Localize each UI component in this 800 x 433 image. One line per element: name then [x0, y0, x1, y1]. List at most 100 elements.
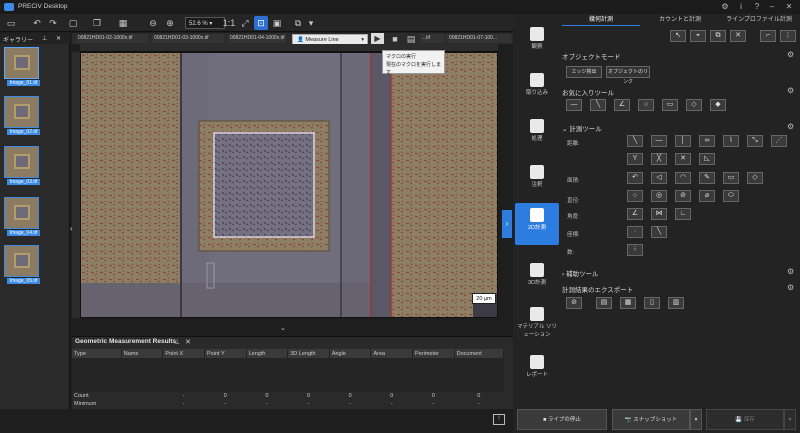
col-header[interactable]: Type	[72, 349, 122, 358]
distance-curve-icon[interactable]: ⌇	[723, 135, 739, 147]
axis-tool-icon[interactable]: ⌐	[760, 30, 776, 42]
close-button[interactable]: ✕	[782, 2, 796, 12]
chevron-down-icon[interactable]: ▾	[304, 16, 318, 30]
doc-tab[interactable]: 00821HD01-03-1000x.tif	[152, 34, 224, 43]
fav-angle-icon[interactable]: ∠	[614, 99, 630, 111]
col-header[interactable]: Point X	[162, 349, 205, 358]
fav-rect-icon[interactable]: ▭	[662, 99, 678, 111]
pointer-tool-icon[interactable]: ↖	[670, 30, 686, 42]
layout-icon[interactable]: ⧉	[291, 16, 305, 30]
redo-icon[interactable]: ↷	[46, 16, 60, 30]
distance-triangle-icon[interactable]: ◺	[699, 153, 715, 165]
doc-tab[interactable]: 00821HD01-04-1000x.tif	[228, 34, 286, 43]
area-rect-icon[interactable]: ▭	[723, 172, 739, 184]
fav-point-icon[interactable]: ◆	[710, 99, 726, 111]
mode-annotate[interactable]: 注釈	[515, 160, 559, 196]
snapshot-button[interactable]: 📷 スナップショット	[612, 409, 690, 430]
zoom-1-1-icon[interactable]: 1:1	[222, 16, 236, 30]
gear-icon[interactable]: ⚙	[787, 50, 794, 59]
tab-line-profile[interactable]: ラインプロファイル計測	[720, 15, 798, 26]
col-header[interactable]: 3D Length	[287, 349, 330, 358]
collapse-right-icon[interactable]: ›	[502, 210, 512, 238]
area-freehand-icon[interactable]: ↶	[627, 172, 643, 184]
snapshot-dropdown-icon[interactable]: ▾	[690, 409, 702, 430]
distance-multi-icon[interactable]: ⋰	[771, 135, 787, 147]
open-folder-icon[interactable]: ▭	[4, 16, 18, 30]
mode-material[interactable]: マテリアル ソリューション	[515, 302, 559, 346]
zoom-select[interactable]: 52.6 % ▾	[185, 17, 225, 29]
gear-icon[interactable]: ⚙	[787, 122, 794, 131]
zoom-out-icon[interactable]: ⊖	[146, 16, 160, 30]
gear-icon[interactable]: ⚙	[787, 283, 794, 292]
fav-line-icon[interactable]: ―	[566, 99, 582, 111]
col-header[interactable]: Name	[121, 349, 164, 358]
coord-point-icon[interactable]: ·	[627, 226, 643, 238]
doc-tab[interactable]: 00821HD01-07-100...	[447, 34, 511, 43]
fav-circle-icon[interactable]: ○	[638, 99, 654, 111]
distance-hline-icon[interactable]: ―	[651, 135, 667, 147]
feedback-icon[interactable]: !	[493, 414, 505, 425]
copy-icon[interactable]: ❐	[90, 16, 104, 30]
pin-icon[interactable]: ⊥	[42, 35, 47, 42]
collapse-bottom-icon[interactable]: ⌄	[280, 324, 286, 332]
gear-icon[interactable]: ⚙	[787, 86, 794, 95]
save-dropdown-icon[interactable]: ▾	[784, 409, 796, 430]
count-points-icon[interactable]: ⁝	[627, 244, 643, 256]
diameter-circle-icon[interactable]: ⊘	[675, 190, 691, 202]
help-icon[interactable]: ?	[750, 2, 764, 12]
angle-right-icon[interactable]: ∟	[675, 208, 691, 220]
gallery-item[interactable]: Image_04.tif	[4, 197, 40, 236]
image-viewer[interactable]: 20 µm	[80, 52, 498, 318]
coord-line-icon[interactable]: ╲	[651, 226, 667, 238]
live-stop-button[interactable]: ■ ライブの停止	[517, 409, 607, 430]
edge-detect-button[interactable]: エッジ検出	[566, 66, 602, 78]
export-clear-icon[interactable]: ⊘	[566, 297, 582, 309]
collapse-left-icon[interactable]: ‹	[70, 224, 73, 233]
config-tool-icon[interactable]: ⋮	[780, 30, 796, 42]
doc-tab[interactable]: ...tif	[420, 34, 444, 43]
object-link-button[interactable]: オブジェクトのリンク	[606, 66, 650, 85]
doc-tab[interactable]: 00821HD01-02-1000x.tif	[76, 34, 148, 43]
fit-icon[interactable]: ⤢	[238, 16, 252, 30]
settings-icon[interactable]: ⚙	[718, 2, 732, 12]
mode-3d-measure[interactable]: 3D計測	[515, 258, 559, 294]
col-header[interactable]: Angle	[329, 349, 372, 358]
col-header[interactable]: Document	[454, 349, 505, 358]
fav-diagonal-icon[interactable]: ╲	[590, 99, 606, 111]
zoom-in-icon[interactable]: ⊕	[163, 16, 177, 30]
distance-chain-icon[interactable]: ∞	[699, 135, 715, 147]
area-ring-icon[interactable]: ◎	[651, 190, 667, 202]
mode-observe[interactable]: 観察	[515, 22, 559, 58]
tab-count[interactable]: カウントと計測	[641, 15, 719, 26]
gear-icon[interactable]: ⚙	[787, 267, 794, 276]
mode-2d-measure[interactable]: 2D計測	[515, 203, 559, 245]
results-close-icon[interactable]: ✕	[185, 338, 191, 346]
mode-report[interactable]: レポート	[515, 350, 559, 386]
area-diamond-icon[interactable]: ◇	[747, 172, 763, 184]
delete-tool-icon[interactable]: ✕	[730, 30, 746, 42]
distance-point-line-icon[interactable]: ⤡	[747, 135, 763, 147]
fav-polygon-icon[interactable]: ◇	[686, 99, 702, 111]
area-polygon-icon[interactable]: ◁	[651, 172, 667, 184]
distance-line-icon[interactable]: ╲	[627, 135, 643, 147]
select-rect-icon[interactable]: ▢	[66, 16, 80, 30]
distance-vline-icon[interactable]: │	[675, 135, 691, 147]
mode-process[interactable]: 処理	[515, 114, 559, 150]
gallery-close-icon[interactable]: ✕	[56, 35, 61, 42]
col-header[interactable]: Point Y	[204, 349, 247, 358]
col-header[interactable]: Perimeter	[412, 349, 455, 358]
mode-acquire[interactable]: 取り込み	[515, 68, 559, 104]
col-header[interactable]: Area	[370, 349, 414, 358]
angle-3pt-icon[interactable]: ∠	[627, 208, 643, 220]
export-excel-icon[interactable]: ▦	[620, 297, 636, 309]
gallery-item[interactable]: Image_01.tif	[4, 47, 40, 86]
export-sheet-icon[interactable]: ▥	[668, 297, 684, 309]
distance-x-icon[interactable]: ✕	[675, 153, 691, 165]
paste-icon[interactable]: ▦	[116, 16, 130, 30]
tab-geometric[interactable]: 幾何計測	[562, 15, 640, 26]
export-doc-icon[interactable]: ▤	[596, 297, 612, 309]
diameter-ellipse-icon[interactable]: ⌀	[699, 190, 715, 202]
move-tool-icon[interactable]: ⌖	[690, 30, 706, 42]
minimize-button[interactable]: –	[765, 2, 779, 12]
distance-cross-icon[interactable]: ╳	[651, 153, 667, 165]
